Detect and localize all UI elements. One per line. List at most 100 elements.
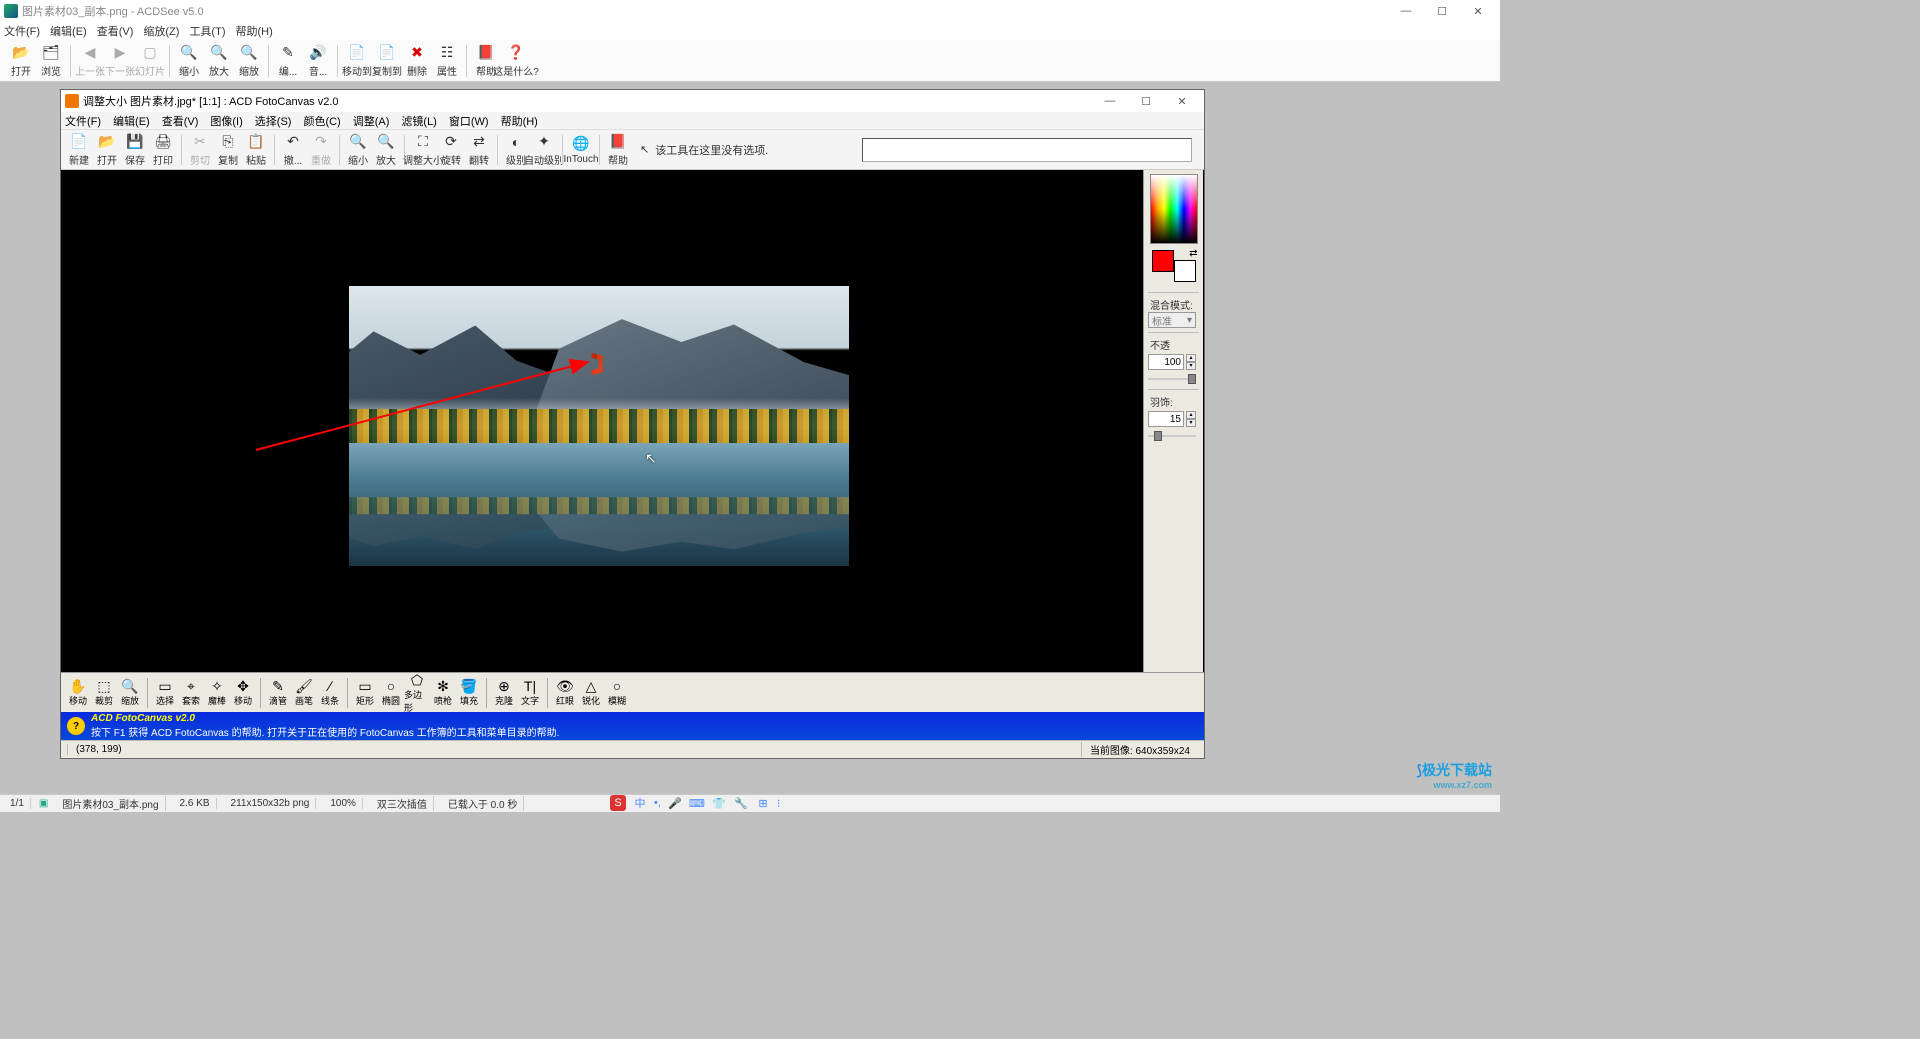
InTouch-button[interactable]: 🌐InTouch xyxy=(567,131,595,169)
inner-menu-view[interactable]: 查看(V) xyxy=(162,113,199,129)
inner-menu-help[interactable]: 帮助(H) xyxy=(501,113,538,129)
inner-menu-window[interactable]: 窗口(W) xyxy=(449,113,489,129)
打印-button[interactable]: 🖨打印 xyxy=(149,131,177,169)
放大-button[interactable]: 🔍放大 xyxy=(372,131,400,169)
inner-menu-select[interactable]: 选择(S) xyxy=(255,113,292,129)
canvas-area[interactable]: ↖ ⇄ 混合模式: 标准▾ 不透 xyxy=(61,170,1204,672)
撤...-button[interactable]: ↶撤... xyxy=(279,131,307,169)
红眼-tool[interactable]: 👁红眼 xyxy=(552,675,578,711)
克隆-tool[interactable]: ⊕克隆 xyxy=(491,675,517,711)
裁剪-tool[interactable]: ⬚裁剪 xyxy=(91,675,117,711)
模糊-tool[interactable]: ○模糊 xyxy=(604,675,630,711)
缩放-tool[interactable]: 🔍缩放 xyxy=(117,675,143,711)
inner-close-button[interactable]: ✕ xyxy=(1164,91,1200,111)
swap-colors-icon[interactable]: ⇄ xyxy=(1189,248,1197,259)
浏览-button[interactable]: 🗂浏览 xyxy=(36,42,66,80)
线条-tool[interactable]: ∕线条 xyxy=(317,675,343,711)
缩小-button[interactable]: 🔍缩小 xyxy=(174,42,204,80)
inner-menu-filter[interactable]: 滤镜(L) xyxy=(401,113,436,129)
outer-minimize-button[interactable]: — xyxy=(1388,1,1424,21)
ime-zh-icon[interactable]: 中 xyxy=(632,795,648,811)
缩小-button[interactable]: 🔍缩小 xyxy=(344,131,372,169)
复制-button[interactable]: ⎘复制 xyxy=(214,131,242,169)
opacity-slider[interactable] xyxy=(1148,373,1196,385)
移动-tool[interactable]: ✥移动 xyxy=(230,675,256,711)
inner-maximize-button[interactable]: ☐ xyxy=(1128,91,1164,111)
dimensions: 211x150x32b png xyxy=(225,798,317,809)
feather-slider[interactable] xyxy=(1148,430,1196,442)
ime-tool-icon[interactable]: 🔧 xyxy=(733,795,749,811)
复制到-button[interactable]: 📄复制到 xyxy=(372,42,402,80)
feather-value[interactable]: 15 xyxy=(1148,411,1184,427)
喷枪-tool[interactable]: ✻喷枪 xyxy=(430,675,456,711)
多边形-tool[interactable]: ⬠多边形 xyxy=(404,675,430,711)
blend-mode-select[interactable]: 标准▾ xyxy=(1148,312,1196,328)
background-color[interactable] xyxy=(1174,260,1196,282)
画笔-tool[interactable]: 🖌画笔 xyxy=(291,675,317,711)
移动-tool[interactable]: ✋移动 xyxy=(65,675,91,711)
复制到-icon: 📄 xyxy=(378,44,396,62)
inner-window-title: 调整大小 图片素材.jpg* [1:1] : ACD FotoCanvas v2… xyxy=(83,93,339,109)
watermark: ⟆极光下载站 www.xz7.com xyxy=(1417,760,1492,790)
编...-button[interactable]: ✎编... xyxy=(273,42,303,80)
ime-mic-icon[interactable]: 🎤 xyxy=(667,795,683,811)
这是什么?-button[interactable]: ❓这是什么? xyxy=(501,42,531,80)
toolbar-label: 移动到 xyxy=(342,63,372,78)
旋转-button[interactable]: ⟳旋转 xyxy=(437,131,465,169)
ime-shirt-icon[interactable]: 👕 xyxy=(711,795,727,811)
toolbar-label: 打开 xyxy=(11,63,31,78)
套索-tool[interactable]: ⌖套索 xyxy=(178,675,204,711)
menu-edit[interactable]: 编辑(E) xyxy=(50,23,87,39)
保存-button[interactable]: 💾保存 xyxy=(121,131,149,169)
缩放-button[interactable]: 🔍缩放 xyxy=(234,42,264,80)
滴管-tool[interactable]: ✎滴管 xyxy=(265,675,291,711)
属性-button[interactable]: ☷属性 xyxy=(432,42,462,80)
文字-tool[interactable]: T|文字 xyxy=(517,675,543,711)
粘贴-button[interactable]: 📋粘贴 xyxy=(242,131,270,169)
inner-minimize-button[interactable]: — xyxy=(1092,91,1128,111)
outer-close-button[interactable]: ✕ xyxy=(1460,1,1496,21)
menu-zoom[interactable]: 缩放(Z) xyxy=(143,23,179,39)
inner-menu-edit[interactable]: 编辑(E) xyxy=(113,113,150,129)
魔棒-tool[interactable]: ✧魔棒 xyxy=(204,675,230,711)
级别-icon: ◐ xyxy=(507,133,525,151)
删除-button[interactable]: ✖删除 xyxy=(402,42,432,80)
opacity-spinner[interactable]: ▴▾ xyxy=(1186,354,1196,370)
inner-menu-file[interactable]: 文件(F) xyxy=(65,113,101,129)
锐化-tool[interactable]: △锐化 xyxy=(578,675,604,711)
inner-menu-image[interactable]: 图像(I) xyxy=(210,113,242,129)
ime-keyboard-icon[interactable]: ⌨ xyxy=(689,795,705,811)
椭圆-tool[interactable]: ○椭圆 xyxy=(378,675,404,711)
color-spectrum[interactable] xyxy=(1150,174,1198,244)
帮助-button[interactable]: 📕帮助 xyxy=(604,131,632,169)
打开-button[interactable]: 📂打开 xyxy=(6,42,36,80)
foreground-color[interactable] xyxy=(1152,250,1174,272)
填充-tool[interactable]: 🪣填充 xyxy=(456,675,482,711)
新建-button[interactable]: 📄新建 xyxy=(65,131,93,169)
调整大小-button[interactable]: ⛶调整大小 xyxy=(409,131,437,169)
音...-icon: 🔊 xyxy=(309,44,327,62)
自动级别-button[interactable]: ✦自动级别 xyxy=(530,131,558,169)
打开-button[interactable]: 📂打开 xyxy=(93,131,121,169)
menu-tools[interactable]: 工具(T) xyxy=(189,23,225,39)
inner-menu-color[interactable]: 颜色(C) xyxy=(303,113,340,129)
menu-file[interactable]: 文件(F) xyxy=(4,23,40,39)
foreground-background-swatch[interactable]: ⇄ xyxy=(1150,248,1198,284)
ime-sogou-icon[interactable]: S xyxy=(610,795,626,811)
menu-help[interactable]: 帮助(H) xyxy=(235,23,272,39)
移动到-button[interactable]: 📄移动到 xyxy=(342,42,372,80)
opacity-value[interactable]: 100 xyxy=(1148,354,1184,370)
feather-spinner[interactable]: ▴▾ xyxy=(1186,411,1196,427)
选择-tool[interactable]: ▭选择 xyxy=(152,675,178,711)
音...-button[interactable]: 🔊音... xyxy=(303,42,333,80)
翻转-button[interactable]: ⇄翻转 xyxy=(465,131,493,169)
放大-button[interactable]: 🔍放大 xyxy=(204,42,234,80)
浏览-icon: 🗂 xyxy=(42,44,60,62)
outer-maximize-button[interactable]: ☐ xyxy=(1424,1,1460,21)
ime-grid-icon[interactable]: ⊞ xyxy=(755,795,771,811)
menu-view[interactable]: 查看(V) xyxy=(97,23,134,39)
填充-icon: 🪣 xyxy=(460,678,477,694)
fotocanvas-app-icon xyxy=(65,94,79,108)
矩形-tool[interactable]: ▭矩形 xyxy=(352,675,378,711)
inner-menu-adjust[interactable]: 调整(A) xyxy=(353,113,390,129)
